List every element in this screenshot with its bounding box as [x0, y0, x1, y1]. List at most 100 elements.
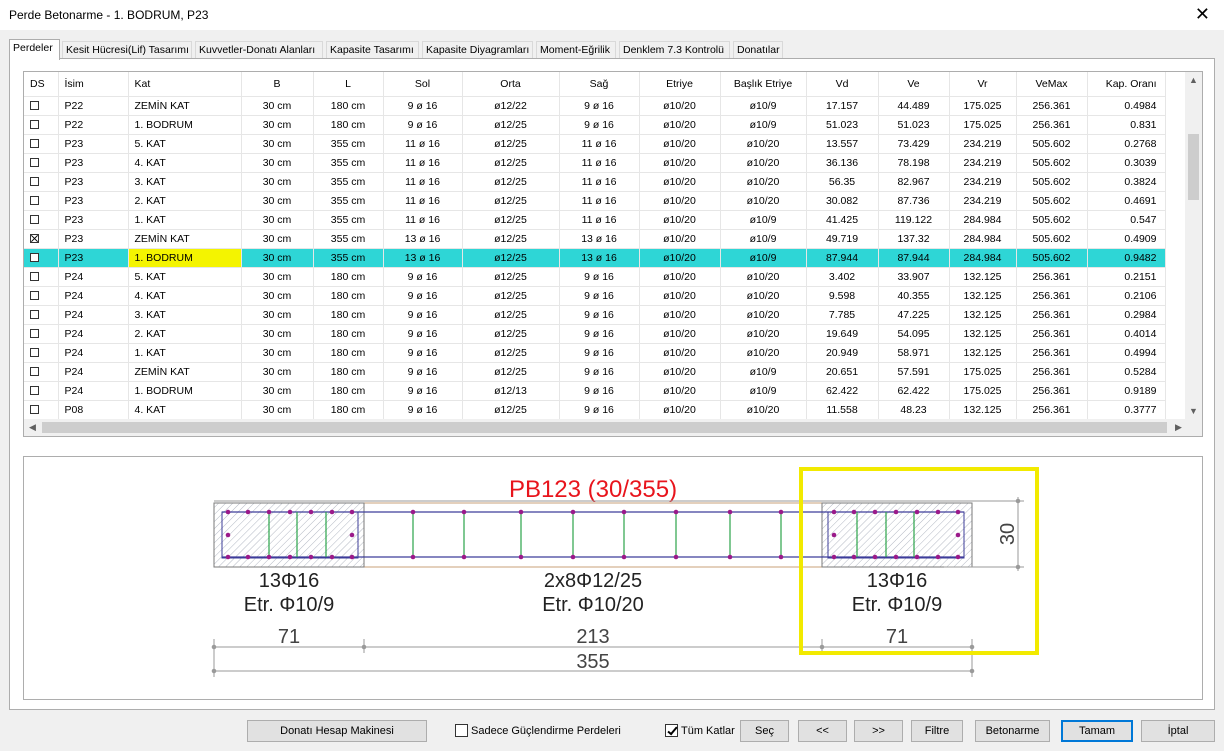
- ds-checkbox[interactable]: [30, 386, 39, 396]
- table-row[interactable]: P23 1. KAT 30 cm 355 cm 11 ø 16 ø12/25 11 ø 16…: [24, 210, 1166, 230]
- ds-cell[interactable]: [24, 400, 59, 420]
- ds-checkbox[interactable]: [30, 120, 39, 130]
- column-header[interactable]: Sağ: [559, 72, 640, 97]
- ds-cell[interactable]: [24, 210, 59, 230]
- concrete-button[interactable]: Betonarme: [975, 720, 1050, 742]
- table-cell: ø10/9: [720, 210, 807, 230]
- column-header[interactable]: Kat: [128, 72, 242, 97]
- tab-moment-egrilik[interactable]: Moment-Eğrilik: [536, 41, 616, 59]
- tab-kapasite-tasarimi[interactable]: Kapasite Tasarımı: [326, 41, 419, 59]
- table-row[interactable]: P24 ZEMİN KAT 30 cm 180 cm 9 ø 16 ø12/25 9 ø 1…: [24, 362, 1166, 382]
- ds-checkbox[interactable]: [30, 329, 39, 339]
- all-floors-checkbox[interactable]: Tüm Katlar: [665, 724, 735, 737]
- ds-cell[interactable]: [24, 96, 59, 116]
- ds-checkbox[interactable]: [30, 367, 39, 377]
- table-row[interactable]: P24 1. BODRUM 30 cm 180 cm 9 ø 16 ø12/13 9 ø 1…: [24, 381, 1166, 401]
- column-header[interactable]: VeMax: [1016, 72, 1088, 97]
- close-icon[interactable]: ✕: [1195, 5, 1210, 23]
- ds-cell[interactable]: [24, 267, 59, 287]
- ds-checkbox[interactable]: [30, 177, 39, 187]
- filter-button[interactable]: Filtre: [911, 720, 963, 742]
- scroll-left-icon[interactable]: ◀: [24, 419, 41, 436]
- ds-cell[interactable]: [24, 343, 59, 363]
- table-row[interactable]: P23 2. KAT 30 cm 355 cm 11 ø 16 ø12/25 11 ø 16…: [24, 191, 1166, 211]
- cancel-button[interactable]: İptal: [1141, 720, 1215, 742]
- horizontal-scrollbar[interactable]: ◀ ▶: [24, 419, 1202, 436]
- column-header[interactable]: DS: [24, 72, 59, 97]
- column-header[interactable]: Kap. Oranı: [1087, 72, 1166, 97]
- table-cell: ø12/25: [462, 343, 560, 363]
- table-row[interactable]: P23 1. BODRUM 30 cm 355 cm 13 ø 16 ø12/25 13 ø…: [24, 248, 1166, 268]
- ds-cell[interactable]: [24, 305, 59, 325]
- ds-cell[interactable]: [24, 381, 59, 401]
- column-header[interactable]: İsim: [58, 72, 129, 97]
- column-header[interactable]: L: [313, 72, 384, 97]
- ok-button[interactable]: Tamam: [1061, 720, 1133, 742]
- ds-cell[interactable]: [24, 172, 59, 192]
- ds-checkbox[interactable]: [30, 234, 39, 244]
- tab-kapasite-diyagramlari[interactable]: Kapasite Diyagramları: [422, 41, 533, 59]
- table-row[interactable]: P24 2. KAT 30 cm 180 cm 9 ø 16 ø12/25 9 ø 16 ø1…: [24, 324, 1166, 344]
- tab-donatilar[interactable]: Donatılar: [733, 41, 783, 59]
- ds-checkbox[interactable]: [30, 272, 39, 282]
- column-header[interactable]: B: [241, 72, 314, 97]
- column-header[interactable]: Orta: [462, 72, 560, 97]
- tab-kesit-hucresi[interactable]: Kesit Hücresi(Lif) Tasarımı: [62, 41, 192, 59]
- column-header[interactable]: Etriye: [639, 72, 721, 97]
- rebar-calculator-button[interactable]: Donatı Hesap Makinesi: [247, 720, 427, 742]
- next-button[interactable]: >>: [854, 720, 903, 742]
- ds-cell[interactable]: [24, 229, 59, 249]
- scroll-down-icon[interactable]: ▼: [1185, 403, 1202, 420]
- table-row[interactable]: P23 3. KAT 30 cm 355 cm 11 ø 16 ø12/25 11 ø 16…: [24, 172, 1166, 192]
- table-row[interactable]: P24 1. KAT 30 cm 180 cm 9 ø 16 ø12/25 9 ø 16 ø1…: [24, 343, 1166, 363]
- table-row[interactable]: P24 4. KAT 30 cm 180 cm 9 ø 16 ø12/25 9 ø 16 ø1…: [24, 286, 1166, 306]
- column-header[interactable]: Vd: [806, 72, 879, 97]
- title-bar[interactable]: Perde Betonarme - 1. BODRUM, P23 ✕: [0, 0, 1224, 30]
- ds-checkbox[interactable]: [30, 101, 39, 111]
- table-cell: 30 cm: [241, 400, 314, 420]
- ds-cell[interactable]: [24, 286, 59, 306]
- tab-perdeler[interactable]: Perdeler: [9, 39, 60, 60]
- select-button[interactable]: Seç: [740, 720, 789, 742]
- ds-checkbox[interactable]: [30, 291, 39, 301]
- table-row[interactable]: P08 4. KAT 30 cm 180 cm 9 ø 16 ø12/25 9 ø 16 ø1…: [24, 400, 1166, 420]
- ds-checkbox[interactable]: [30, 139, 39, 149]
- ds-checkbox[interactable]: [30, 348, 39, 358]
- ds-checkbox[interactable]: [30, 196, 39, 206]
- ds-cell[interactable]: [24, 153, 59, 173]
- table-row[interactable]: P22 ZEMİN KAT 30 cm 180 cm 9 ø 16 ø12/22 9 ø 1…: [24, 96, 1166, 116]
- ds-checkbox[interactable]: [30, 158, 39, 168]
- ds-checkbox[interactable]: [30, 253, 39, 263]
- scroll-right-icon[interactable]: ▶: [1170, 419, 1187, 436]
- table-row[interactable]: P23 5. KAT 30 cm 355 cm 11 ø 16 ø12/25 11 ø 16…: [24, 134, 1166, 154]
- table-row[interactable]: P23 ZEMİN KAT 30 cm 355 cm 13 ø 16 ø12/25 13 ø…: [24, 229, 1166, 249]
- vertical-scrollbar[interactable]: ▲ ▼: [1185, 72, 1202, 420]
- table-row[interactable]: P24 3. KAT 30 cm 180 cm 9 ø 16 ø12/25 9 ø 16 ø1…: [24, 305, 1166, 325]
- scroll-up-icon[interactable]: ▲: [1185, 72, 1202, 89]
- ds-cell[interactable]: [24, 191, 59, 211]
- only-strengthened-box[interactable]: [455, 724, 468, 737]
- all-floors-box[interactable]: [665, 724, 678, 737]
- vertical-scroll-thumb[interactable]: [1188, 134, 1199, 200]
- column-header[interactable]: Vr: [949, 72, 1017, 97]
- ds-checkbox[interactable]: [30, 405, 39, 415]
- column-header[interactable]: Başlık Etriye: [720, 72, 807, 97]
- ds-cell[interactable]: [24, 248, 59, 268]
- column-header[interactable]: Sol: [383, 72, 463, 97]
- ds-cell[interactable]: [24, 324, 59, 344]
- table-row[interactable]: P22 1. BODRUM 30 cm 180 cm 9 ø 16 ø12/25 9 ø 1…: [24, 115, 1166, 135]
- table-row[interactable]: P24 5. KAT 30 cm 180 cm 9 ø 16 ø12/25 9 ø 16 ø1…: [24, 267, 1166, 287]
- column-header[interactable]: Ve: [878, 72, 950, 97]
- only-strengthened-checkbox[interactable]: Sadece Güçlendirme Perdeleri: [455, 724, 621, 737]
- table-cell: ø10/20: [720, 343, 807, 363]
- ds-cell[interactable]: [24, 362, 59, 382]
- tab-kuvvetler-donati[interactable]: Kuvvetler-Donatı Alanları: [195, 41, 323, 59]
- tab-denklem-kontrolu[interactable]: Denklem 7.3 Kontrolü: [619, 41, 730, 59]
- ds-checkbox[interactable]: [30, 310, 39, 320]
- table-row[interactable]: P23 4. KAT 30 cm 355 cm 11 ø 16 ø12/25 11 ø 16…: [24, 153, 1166, 173]
- previous-button[interactable]: <<: [798, 720, 847, 742]
- ds-checkbox[interactable]: [30, 215, 39, 225]
- ds-cell[interactable]: [24, 134, 59, 154]
- ds-cell[interactable]: [24, 115, 59, 135]
- horizontal-scroll-thumb[interactable]: [42, 422, 1167, 433]
